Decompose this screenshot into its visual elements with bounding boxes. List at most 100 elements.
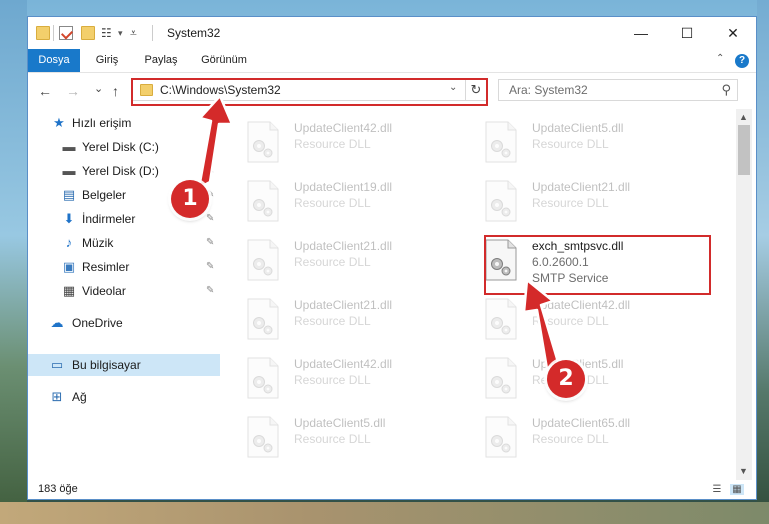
document-icon: ▤ xyxy=(62,187,76,202)
file-highlight-box xyxy=(484,235,711,295)
pin-icon: ✎ xyxy=(206,261,215,272)
file-name: UpdateClient19.dll xyxy=(294,180,393,194)
file-name: UpdateClient5.dll xyxy=(532,121,624,135)
properties-icon[interactable] xyxy=(59,26,74,40)
dll-file-icon xyxy=(247,298,279,340)
tab-dosya[interactable]: Dosya xyxy=(28,49,80,72)
navigation-pane: ★ Hızlı erişim ▬ Yerel Disk (C:) ✎ ▬ Yer… xyxy=(28,109,220,472)
nav-item-music[interactable]: ♪ Müzik ✎ xyxy=(28,232,220,254)
dll-file-icon xyxy=(247,121,279,163)
dll-file-icon xyxy=(485,180,517,222)
details-view-icon[interactable]: ☰ xyxy=(710,484,724,495)
dll-file-icon xyxy=(247,180,279,222)
nav-item-drive-c[interactable]: ▬ Yerel Disk (C:) ✎ xyxy=(28,136,220,158)
nav-item-label: Belgeler xyxy=(82,188,127,202)
divider xyxy=(152,25,153,41)
list-item[interactable]: UpdateClient42.dll Resource DLL xyxy=(238,115,458,171)
step-1-badge: 1 xyxy=(171,180,209,218)
dll-file-icon xyxy=(485,357,517,399)
nav-item-label: Ağ xyxy=(72,390,87,404)
list-item[interactable]: UpdateClient21.dll Resource DLL xyxy=(476,174,696,230)
scroll-down-icon[interactable]: ▼ xyxy=(739,466,748,476)
scrollbar-thumb[interactable] xyxy=(738,125,750,175)
file-description: Resource DLL xyxy=(532,432,609,446)
list-item[interactable]: UpdateClient42.dll Resource DLL xyxy=(238,351,458,407)
dll-file-icon xyxy=(247,357,279,399)
nav-item-label: Hızlı erişim xyxy=(72,116,132,130)
file-name: UpdateClient21.dll xyxy=(532,180,631,194)
nav-item-network[interactable]: ⊞ Ağ xyxy=(28,386,220,408)
tab-paylas[interactable]: Paylaş xyxy=(136,49,186,72)
nav-item-quick-access[interactable]: ★ Hızlı erişim xyxy=(28,112,220,134)
drive-icon: ▬ xyxy=(62,139,76,154)
nav-item-label: İndirmeler xyxy=(82,212,136,226)
back-button[interactable]: ← xyxy=(38,83,52,99)
status-bar: 183 öğe ☰ ▦ xyxy=(28,480,756,499)
file-description: Resource DLL xyxy=(294,314,371,328)
list-item[interactable]: UpdateClient42.dll Resource DLL xyxy=(476,292,696,348)
file-name: UpdateClient21.dll xyxy=(294,239,393,253)
nav-item-onedrive[interactable]: ☁ OneDrive xyxy=(28,312,220,334)
desktop-background-right xyxy=(757,0,769,524)
search-input[interactable]: Ara: System32 ⚲ xyxy=(498,79,738,101)
address-highlight-box xyxy=(131,78,488,106)
list-item[interactable]: UpdateClient19.dll Resource DLL xyxy=(238,174,458,230)
file-description: Resource DLL xyxy=(294,432,371,446)
tab-gorunum[interactable]: Görünüm xyxy=(192,49,256,72)
file-name: UpdateClient42.dll xyxy=(294,121,393,135)
network-icon: ⊞ xyxy=(51,389,63,404)
file-description: Resource DLL xyxy=(294,255,371,269)
file-name: UpdateClient65.dll xyxy=(532,416,631,430)
desktop-background-bottom xyxy=(0,502,769,524)
collapse-ribbon-icon[interactable]: ⌃ xyxy=(716,53,724,64)
tab-giris[interactable]: Giriş xyxy=(84,49,130,72)
tiles-view-icon[interactable]: ▦ xyxy=(730,484,744,495)
dll-file-icon xyxy=(247,416,279,458)
drive-icon: ▬ xyxy=(62,163,76,178)
list-item[interactable]: UpdateClient5.dll Resource DLL xyxy=(476,115,696,171)
list-item[interactable]: UpdateClient21.dll Resource DLL xyxy=(238,292,458,348)
minimize-button[interactable]: — xyxy=(618,17,664,49)
vertical-scrollbar[interactable]: ▲ ▼ xyxy=(736,109,752,480)
search-placeholder: Ara: System32 xyxy=(509,83,588,97)
file-description: Resource DLL xyxy=(294,137,371,151)
pin-icon: ✎ xyxy=(206,165,215,176)
file-explorer-window: ☷ ▾ ⩡ System32 — ☐ ✕ Dosya Giriş Paylaş … xyxy=(27,16,757,500)
file-description: Resource DLL xyxy=(532,196,609,210)
list-item[interactable]: UpdateClient21.dll Resource DLL xyxy=(238,233,458,289)
dll-file-icon xyxy=(485,298,517,340)
nav-item-pictures[interactable]: ▣ Resimler ✎ xyxy=(28,256,220,278)
computer-icon: ▭ xyxy=(50,357,64,372)
download-icon: ⬇ xyxy=(63,211,75,226)
forward-button[interactable]: → xyxy=(66,83,80,99)
divider xyxy=(53,25,54,41)
file-description: Resource DLL xyxy=(532,137,609,151)
file-name: UpdateClient42.dll xyxy=(532,298,631,312)
new-folder-icon[interactable] xyxy=(81,26,95,40)
star-icon: ★ xyxy=(53,115,65,130)
picture-icon: ▣ xyxy=(62,259,76,274)
help-icon[interactable]: ? xyxy=(735,54,749,68)
nav-item-this-pc[interactable]: ▭ Bu bilgisayar xyxy=(28,354,220,376)
up-button[interactable]: ↑ xyxy=(112,83,119,99)
nav-item-label: Yerel Disk (D:) xyxy=(82,164,159,178)
recent-locations-button[interactable]: ⌄ xyxy=(94,82,103,95)
step-2-badge: 2 xyxy=(547,360,585,398)
ribbon-tabs: Dosya Giriş Paylaş Görünüm ⌃ ? xyxy=(28,49,756,73)
list-item[interactable]: UpdateClient5.dllResource DLL xyxy=(476,351,696,407)
nav-item-videos[interactable]: ▦ Videolar ✎ xyxy=(28,280,220,302)
customize-toolbar-icon[interactable]: ☷ xyxy=(101,26,115,40)
dll-file-icon xyxy=(247,239,279,281)
maximize-button[interactable]: ☐ xyxy=(664,17,710,49)
quick-access-dropdown-icon[interactable]: ⩡ xyxy=(130,26,144,40)
close-button[interactable]: ✕ xyxy=(710,17,756,49)
nav-item-label: Resimler xyxy=(82,260,130,274)
list-item[interactable]: UpdateClient5.dllResource DLL xyxy=(238,410,458,466)
scroll-up-icon[interactable]: ▲ xyxy=(739,112,748,122)
list-item[interactable]: UpdateClient65.dll Resource DLL xyxy=(476,410,696,466)
file-description: Resource DLL xyxy=(532,314,609,328)
pin-icon: ✎ xyxy=(206,285,215,296)
pin-icon: ✎ xyxy=(206,237,215,248)
search-icon[interactable]: ⚲ xyxy=(721,82,731,98)
nav-item-drive-d[interactable]: ▬ Yerel Disk (D:) ✎ xyxy=(28,160,220,182)
